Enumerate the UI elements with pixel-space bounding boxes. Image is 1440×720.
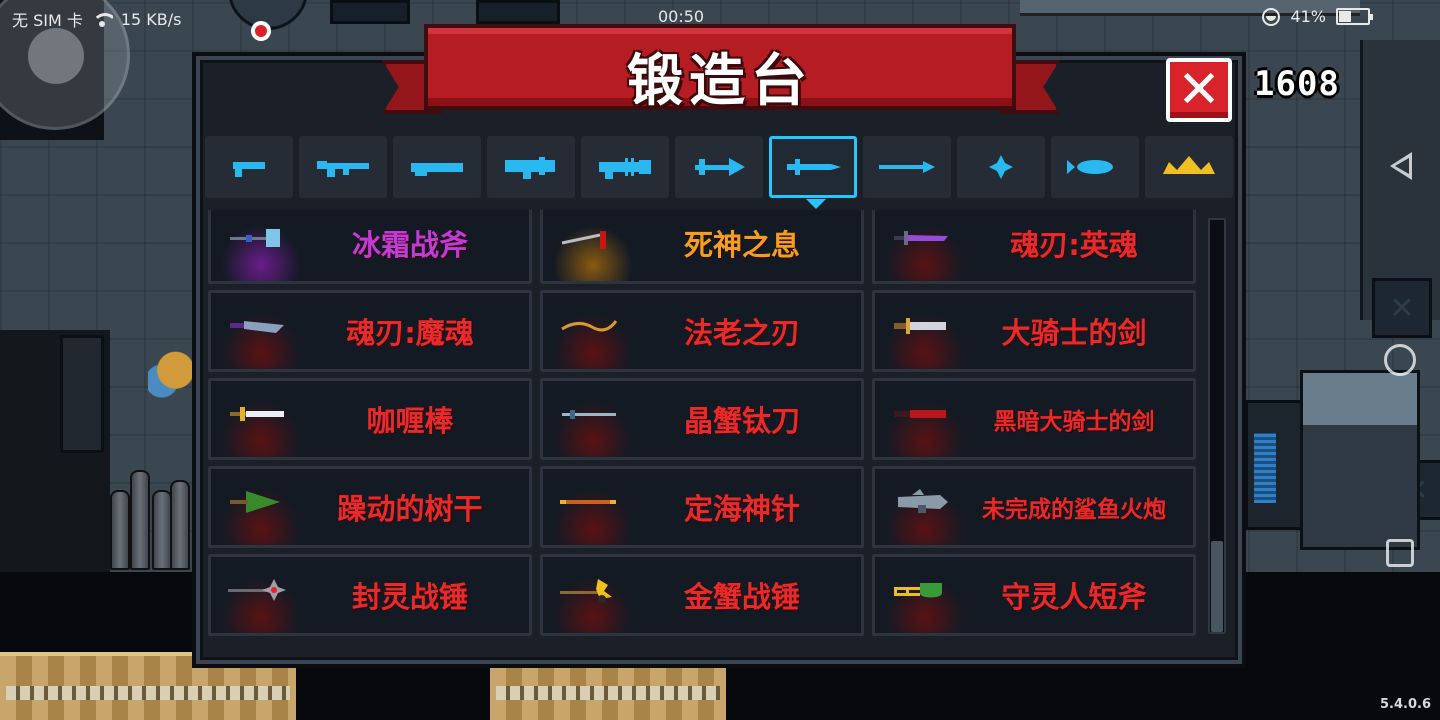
weapon-category-tabs <box>205 136 1235 209</box>
pharaoh-blade-icon <box>561 320 618 332</box>
spear-icon <box>879 161 935 173</box>
pillar <box>60 335 104 453</box>
weapon-name: 金蟹战锤 <box>683 580 800 614</box>
weapon-name: 躁动的树干 <box>337 492 483 526</box>
soul-blade-icon <box>894 231 948 245</box>
laser-icon <box>599 158 651 179</box>
demon-blade-icon <box>230 321 284 333</box>
bow-icon <box>695 158 745 176</box>
weapon-name: 咖喱棒 <box>366 404 454 438</box>
tab-laser[interactable] <box>581 136 669 198</box>
tab-fish[interactable] <box>1051 136 1139 198</box>
weapon-name: 晶蟹钛刀 <box>683 404 800 438</box>
crate <box>1372 278 1432 338</box>
close-button[interactable]: ✕ <box>1166 58 1232 122</box>
network-speed: 15 KB/s <box>120 9 182 29</box>
weapon-card[interactable]: 封灵战锤 <box>208 554 532 636</box>
golden-staff-icon <box>560 500 616 504</box>
weapon-card[interactable]: 魂刃:英魂 <box>872 210 1196 284</box>
tree-trunk-icon <box>230 491 280 513</box>
weapon-name: 冰霜战斧 <box>351 228 468 262</box>
crown-icon <box>1163 156 1215 174</box>
close-icon: ✕ <box>1177 60 1221 120</box>
shuriken-icon <box>989 155 1013 179</box>
weapon-name: 封灵战锤 <box>351 580 468 614</box>
tab-bow[interactable] <box>675 136 763 198</box>
dark-sword-icon <box>894 410 946 418</box>
sword-icon <box>787 159 841 175</box>
weapon-name: 大骑士的剑 <box>1001 316 1147 350</box>
weapon-card[interactable]: 晶蟹钛刀 <box>540 378 864 460</box>
pistol-icon <box>233 162 265 177</box>
weapon-card[interactable]: 冰霜战斧 <box>208 210 532 284</box>
tab-sword[interactable] <box>769 136 857 209</box>
version-label: 5.4.0.6 <box>1380 697 1431 712</box>
tab-special[interactable] <box>1145 136 1233 198</box>
shotgun-icon <box>411 163 463 176</box>
weapon-card[interactable]: 未完成的鲨鱼火炮 <box>872 466 1196 548</box>
battery-icon <box>1336 8 1373 25</box>
weapon-card[interactable]: 金蟹战锤 <box>540 554 864 636</box>
scrollbar[interactable] <box>1208 218 1226 634</box>
excalibur-icon <box>230 407 284 421</box>
weapon-card[interactable]: 守灵人短斧 <box>872 554 1196 636</box>
keeper-axe-icon <box>894 583 942 598</box>
home-button[interactable] <box>1384 344 1416 376</box>
spirit-hammer-icon <box>228 579 286 601</box>
weapon-card[interactable]: 法老之刃 <box>540 290 864 372</box>
weapon-grid: 冰霜战斧 死神之息 魂刃:英魂魂刃:魔魂 法老之刃 大骑士的剑咖喱棒 晶蟹钛刀 黑暗大骑士的… <box>208 210 1204 638</box>
weapon-name: 未完成的鲨鱼火炮 <box>982 497 1166 523</box>
tab-rifle[interactable] <box>299 136 387 198</box>
weapon-card[interactable]: 魂刃:魔魂 <box>208 290 532 372</box>
crab-hammer-icon <box>560 579 612 603</box>
weapon-card[interactable]: 死神之息 <box>540 210 864 284</box>
weapon-name: 魂刃:英魂 <box>1010 228 1138 262</box>
shark-cannon-icon <box>898 489 948 513</box>
weapon-card[interactable]: 大骑士的剑 <box>872 290 1196 372</box>
gas-tanks <box>110 440 190 570</box>
wifi-icon <box>91 11 113 27</box>
weapon-card[interactable]: 躁动的树干 <box>208 466 532 548</box>
title-banner: 锻造台 <box>424 24 1016 114</box>
battery-percent: 41% <box>1290 7 1326 26</box>
weapon-name: 定海神针 <box>683 492 800 526</box>
tab-launcher[interactable] <box>487 136 575 198</box>
tab-pistol[interactable] <box>205 136 293 198</box>
scroll-thumb[interactable] <box>1211 541 1223 632</box>
weapon-name: 守灵人短斧 <box>1001 580 1147 614</box>
data-saver-icon <box>1262 7 1281 26</box>
weapon-card[interactable]: 定海神针 <box>540 466 864 548</box>
panel-title: 锻造台 <box>627 49 813 114</box>
launcher-icon <box>505 157 555 179</box>
frost-axe-icon <box>230 229 280 247</box>
knight-sword-icon <box>894 318 946 334</box>
weapon-name: 法老之刃 <box>683 316 800 350</box>
npc-robot <box>1300 370 1420 550</box>
carrier-text: 无 SIM 卡 <box>12 11 83 30</box>
gem-count: 1608 <box>1254 64 1340 104</box>
fish-icon <box>1067 160 1113 174</box>
weapon-card[interactable]: 黑暗大骑士的剑 <box>872 378 1196 460</box>
weapon-name: 魂刃:魔魂 <box>346 316 474 350</box>
tab-shotgun[interactable] <box>393 136 481 198</box>
weapon-name: 死神之息 <box>683 228 800 262</box>
scythe-icon <box>561 231 606 249</box>
weapon-name: 黑暗大骑士的剑 <box>993 409 1155 435</box>
recents-button[interactable] <box>1386 539 1414 567</box>
crab-blade-icon <box>562 410 616 419</box>
player-character <box>148 345 194 417</box>
computer-terminal <box>1245 400 1305 530</box>
back-button[interactable] <box>1384 150 1416 182</box>
tab-spear[interactable] <box>863 136 951 198</box>
tab-throwing[interactable] <box>957 136 1045 198</box>
rifle-icon <box>317 161 369 177</box>
weapon-card[interactable]: 咖喱棒 <box>208 378 532 460</box>
